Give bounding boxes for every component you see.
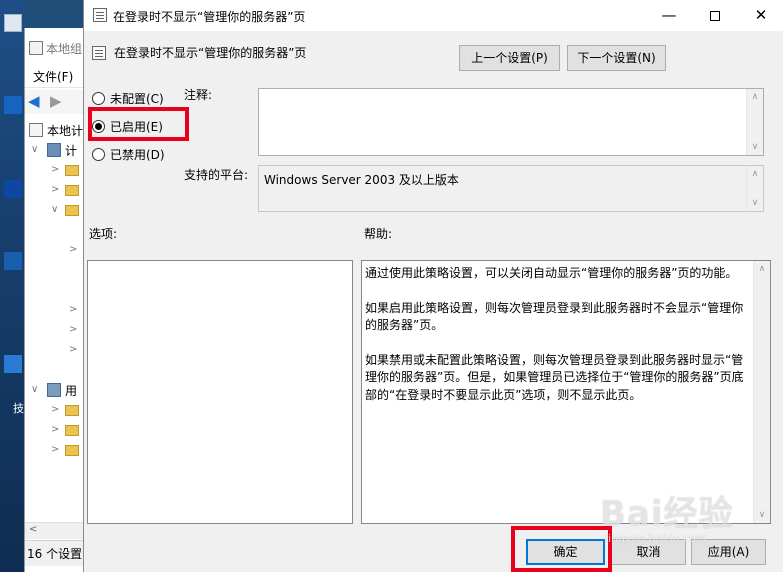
folder-icon: [65, 205, 79, 216]
help-panel: 通过使用此策略设置，可以关闭自动显示“管理你的服务器”页的功能。 如果启用此策略…: [361, 260, 771, 524]
folder-icon: [65, 165, 79, 176]
supported-platforms-label: 支持的平台:: [184, 168, 249, 182]
previous-setting-button[interactable]: 上一个设置(P): [459, 45, 560, 71]
policy-doc-icon: [92, 46, 106, 60]
policy-doc-icon: [93, 8, 107, 22]
supported-platforms-box: Windows Server 2003 及以上版本 ∧ ∨: [258, 165, 764, 212]
tree-node-sub[interactable]: >: [25, 320, 86, 340]
back-arrow-icon[interactable]: ◀: [28, 94, 40, 109]
maximize-button[interactable]: [692, 0, 738, 31]
horizontal-scrollbar[interactable]: <: [25, 522, 86, 539]
window-title: 在登录时不显示“管理你的服务器”页: [113, 10, 306, 24]
menu-file[interactable]: 文件(F): [25, 66, 86, 88]
help-label: 帮助:: [364, 227, 393, 241]
options-label: 选项:: [89, 227, 118, 241]
chevron-right-icon[interactable]: >: [51, 444, 59, 455]
supported-scrollbar[interactable]: ∧ ∨: [746, 166, 763, 211]
tree-node-user[interactable]: ∨ 用: [25, 380, 86, 400]
setting-title: 在登录时不显示“管理你的服务器”页: [114, 46, 307, 60]
mmc-icon: [29, 41, 43, 55]
scroll-up-icon[interactable]: ∧: [747, 89, 763, 105]
help-text: 通过使用此策略设置，可以关闭自动显示“管理你的服务器”页的功能。 如果启用此策略…: [365, 266, 744, 402]
group-policy-editor-window: 本地组 文件(F) ◀ ▶ 本地计 ∨ 计 > > ∨ > > > > ∨ 用 …: [24, 28, 86, 572]
folder-icon: [65, 185, 79, 196]
desktop-background: 技: [0, 0, 24, 572]
chevron-right-icon[interactable]: >: [69, 344, 77, 355]
chevron-right-icon[interactable]: >: [51, 424, 59, 435]
chevron-right-icon[interactable]: >: [51, 404, 59, 415]
chevron-right-icon[interactable]: >: [51, 184, 59, 195]
user-icon: [47, 383, 61, 397]
tree-node-sub[interactable]: >: [25, 340, 86, 360]
tree-node-folder[interactable]: >: [25, 440, 86, 460]
title-bar[interactable]: 在登录时不显示“管理你的服务器”页 — ✕: [84, 0, 783, 31]
chevron-right-icon[interactable]: >: [69, 244, 77, 255]
scroll-down-icon[interactable]: ∨: [754, 507, 770, 523]
tree-node-folder[interactable]: >: [25, 160, 86, 180]
options-panel: [87, 260, 353, 524]
tree-node-folder[interactable]: ∨: [25, 200, 86, 220]
tree-node-sub[interactable]: >: [25, 240, 86, 260]
minimize-button[interactable]: —: [646, 0, 692, 31]
chevron-right-icon[interactable]: >: [51, 164, 59, 175]
desktop-icon-label: 技: [13, 402, 24, 415]
ok-highlight-box: [511, 526, 612, 572]
policy-tree: 本地计 ∨ 计 > > ∨ > > > > ∨ 用 > > >: [25, 116, 86, 536]
chevron-right-icon[interactable]: >: [69, 304, 77, 315]
folder-icon: [65, 445, 79, 456]
tree-node-folder[interactable]: >: [25, 420, 86, 440]
scroll-down-icon[interactable]: ∨: [747, 139, 763, 155]
tree-node-computer[interactable]: ∨ 计: [25, 140, 86, 160]
baidu-watermark-url: jingyan.baidu.com: [605, 532, 707, 545]
tree-node-sub[interactable]: >: [25, 300, 86, 320]
radio-button[interactable]: [92, 92, 105, 105]
baidu-watermark: Bai经验: [600, 494, 734, 534]
scroll-down-icon[interactable]: ∨: [747, 195, 763, 211]
desktop-app-icon[interactable]: [4, 355, 22, 373]
desktop-app-icon[interactable]: [4, 252, 22, 270]
comment-label: 注释:: [184, 88, 213, 102]
tree-node-root[interactable]: 本地计: [25, 120, 86, 140]
scroll-up-icon[interactable]: ∧: [754, 261, 770, 277]
desktop-app-icon[interactable]: [4, 180, 22, 198]
desktop-app-icon[interactable]: [4, 14, 22, 32]
toolbar: ◀ ▶: [25, 90, 86, 114]
status-bar: 16 个设置: [25, 540, 86, 566]
close-button[interactable]: ✕: [738, 0, 783, 31]
background-window-title: 本地组: [29, 40, 82, 57]
minimize-icon: —: [661, 6, 677, 24]
chevron-down-icon[interactable]: ∨: [31, 144, 38, 155]
forward-arrow-icon[interactable]: ▶: [50, 94, 62, 109]
enabled-highlight-box: [88, 107, 189, 141]
tree-node-folder[interactable]: >: [25, 400, 86, 420]
help-scrollbar[interactable]: ∧ ∨: [753, 261, 770, 523]
tree-node-folder[interactable]: >: [25, 180, 86, 200]
close-icon: ✕: [754, 6, 768, 24]
chevron-right-icon[interactable]: >: [69, 324, 77, 335]
chevron-down-icon[interactable]: ∨: [31, 384, 38, 395]
desktop-app-icon[interactable]: [4, 96, 22, 114]
maximize-icon: [710, 11, 720, 21]
folder-icon: [65, 425, 79, 436]
scroll-left-icon[interactable]: <: [29, 524, 37, 535]
chevron-down-icon[interactable]: ∨: [51, 204, 58, 215]
computer-icon: [47, 143, 61, 157]
folder-icon: [65, 405, 79, 416]
radio-button[interactable]: [92, 148, 105, 161]
scroll-up-icon[interactable]: ∧: [747, 166, 763, 182]
next-setting-button[interactable]: 下一个设置(N): [567, 45, 666, 71]
policy-root-icon: [29, 123, 43, 137]
comment-scrollbar[interactable]: ∧ ∨: [746, 89, 763, 155]
comment-textarea[interactable]: ∧ ∨: [258, 88, 764, 156]
